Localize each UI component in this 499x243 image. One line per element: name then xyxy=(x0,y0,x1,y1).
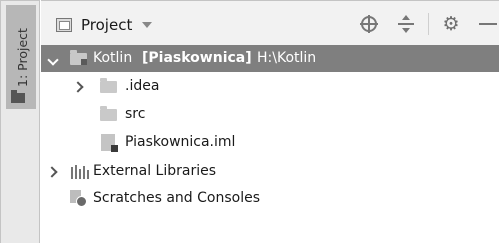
tree-row-root[interactable]: Kotlin [Piaskownica] H:\Kotlin xyxy=(41,45,499,72)
root-path: H:\Kotlin xyxy=(257,50,317,66)
project-tool-tab-label: 1: Project xyxy=(15,28,30,87)
tree-row-iml[interactable]: Piaskownica.iml xyxy=(41,129,499,156)
project-view-icon xyxy=(56,18,72,32)
tree-row-src[interactable]: src xyxy=(41,101,499,128)
chevron-down-icon[interactable] xyxy=(142,22,152,28)
left-tool-strip: 1: Project xyxy=(0,0,40,243)
view-selector-title[interactable]: Project xyxy=(81,16,132,34)
root-module: [Piaskownica] xyxy=(142,50,252,66)
tree-row-external-libraries[interactable]: External Libraries xyxy=(41,158,499,185)
tree-row-idea[interactable]: .idea xyxy=(41,73,499,100)
minimize-icon[interactable] xyxy=(477,13,499,35)
project-tree: Kotlin [Piaskownica] H:\Kotlin .idea src… xyxy=(41,45,499,243)
folder-icon xyxy=(11,93,25,103)
expand-arrow-down-icon[interactable] xyxy=(47,45,61,72)
module-folder-icon xyxy=(70,50,87,65)
project-tool-window: 1: Project Project ⚙ Kotlin [Piaskownica… xyxy=(0,0,499,243)
folder-icon xyxy=(100,78,117,93)
collapse-all-icon[interactable] xyxy=(395,13,417,35)
tool-window-header: Project ⚙ xyxy=(41,0,499,45)
gear-icon[interactable]: ⚙ xyxy=(440,13,462,35)
folder-icon xyxy=(100,106,117,121)
root-name: Kotlin xyxy=(93,50,133,66)
tree-item-label: External Libraries xyxy=(93,163,216,179)
scratches-icon xyxy=(70,190,87,207)
tree-row-scratches[interactable]: Scratches and Consoles xyxy=(41,185,499,212)
libraries-icon xyxy=(71,165,89,179)
expand-arrow-right-icon[interactable] xyxy=(73,73,87,100)
folder-icon-tab xyxy=(11,90,17,93)
tree-item-label: src xyxy=(125,106,146,122)
expand-arrow-right-icon[interactable] xyxy=(47,158,61,185)
header-divider xyxy=(428,13,429,35)
tree-item-label: .idea xyxy=(125,78,160,94)
iml-file-icon xyxy=(101,134,118,152)
locate-target-icon[interactable] xyxy=(358,13,380,35)
tree-item-label: Piaskownica.iml xyxy=(125,134,236,150)
tree-item-label: Scratches and Consoles xyxy=(93,190,260,206)
